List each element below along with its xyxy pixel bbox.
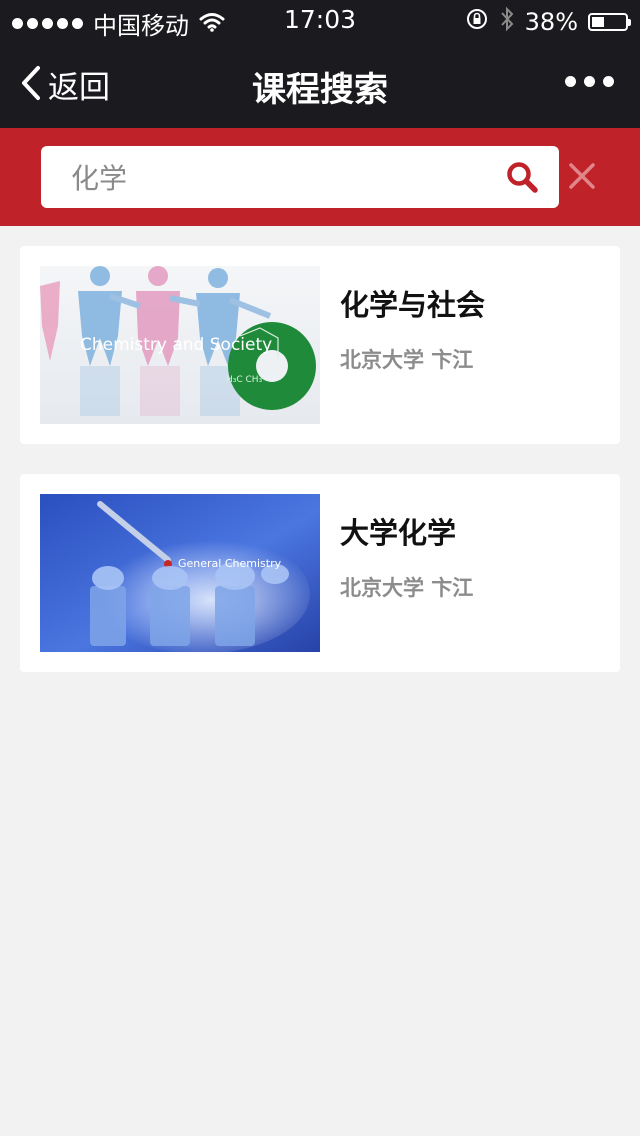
battery-percent: 38% bbox=[524, 8, 578, 36]
dot-icon bbox=[584, 76, 595, 87]
search-icon[interactable] bbox=[505, 160, 539, 198]
search-input[interactable] bbox=[71, 156, 491, 198]
course-title: 化学与社会 bbox=[340, 288, 486, 322]
course-thumbnail: H₃C CH₃ Chemistry and Society bbox=[40, 266, 320, 424]
rotation-lock-icon bbox=[465, 7, 489, 37]
course-thumbnail: General Chemistry bbox=[40, 494, 320, 652]
more-options-button[interactable] bbox=[565, 76, 614, 87]
battery-icon bbox=[588, 13, 631, 31]
status-bar: 中国移动 17:03 38% bbox=[0, 0, 640, 40]
thumb-formula: H₃C CH₃ bbox=[226, 375, 263, 385]
close-icon[interactable] bbox=[568, 162, 596, 194]
course-title: 大学化学 bbox=[340, 516, 457, 550]
dot-icon bbox=[565, 76, 576, 87]
course-card[interactable]: H₃C CH₃ Chemistry and Society 化学与社会 北京大学… bbox=[20, 246, 620, 444]
course-meta: 北京大学 卞江 bbox=[340, 348, 474, 372]
thumb-caption: Chemistry and Society bbox=[80, 335, 272, 355]
search-bar bbox=[0, 128, 640, 226]
dot-icon bbox=[603, 76, 614, 87]
course-card[interactable]: General Chemistry 大学化学 北京大学 卞江 bbox=[20, 474, 620, 672]
search-box bbox=[41, 146, 559, 208]
nav-bar: 返回 课程搜索 bbox=[0, 40, 640, 128]
thumb-caption: General Chemistry bbox=[178, 557, 282, 570]
bluetooth-icon bbox=[499, 6, 515, 38]
page-title: 课程搜索 bbox=[252, 70, 388, 110]
status-right: 38% bbox=[465, 6, 631, 38]
course-meta: 北京大学 卞江 bbox=[340, 576, 474, 600]
